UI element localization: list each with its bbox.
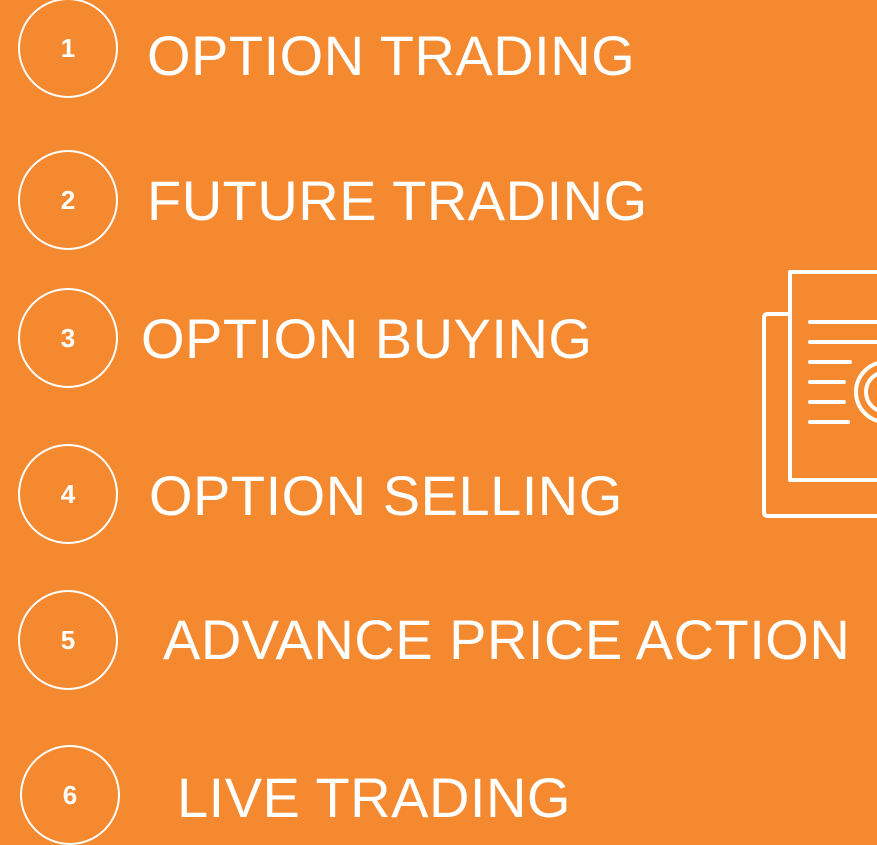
item-number: 3 [60,322,76,353]
number-circle-1: 1 [18,0,118,98]
document-with-magnifier-icon [762,270,877,518]
item-label: LIVE TRADING [177,766,571,829]
item-label: OPTION TRADING [147,24,636,87]
item-label: FUTURE TRADING [147,169,648,232]
item-number: 5 [60,624,76,655]
item-label: OPTION BUYING [141,307,593,370]
number-circle-3: 3 [18,288,118,388]
item-number: 6 [62,779,78,810]
item-label: ADVANCE PRICE ACTION [163,608,851,671]
number-circle-5: 5 [18,590,118,690]
item-label: OPTION SELLING [149,464,623,527]
item-number: 4 [60,478,76,509]
number-circle-4: 4 [18,444,118,544]
item-number: 2 [60,184,76,215]
number-circle-2: 2 [18,150,118,250]
item-number: 1 [60,32,76,63]
number-circle-6: 6 [20,745,120,845]
